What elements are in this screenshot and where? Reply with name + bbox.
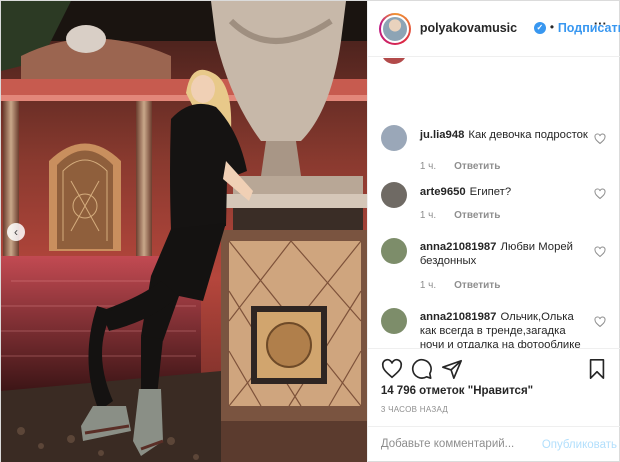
comment-like-heart-icon[interactable]: [594, 246, 606, 258]
commenter-avatar[interactable]: [380, 308, 407, 334]
follow-button[interactable]: Подписаться: [558, 21, 620, 35]
commenter-avatar[interactable]: [380, 182, 407, 208]
post-timestamp[interactable]: 3 ЧАСОВ НАЗАД: [381, 405, 448, 414]
comment-time: 1 ч.: [419, 210, 437, 221]
commenter-avatar[interactable]: [380, 125, 407, 151]
reply-button[interactable]: Ответить: [454, 280, 500, 291]
comment-icon[interactable]: [411, 358, 433, 380]
likes-count[interactable]: 14 796 отметок "Нравится": [381, 385, 533, 397]
author-avatar[interactable]: [378, 13, 411, 45]
comment-input[interactable]: [380, 438, 531, 450]
author-username[interactable]: polyakovamusic: [420, 21, 517, 35]
comment-text: ju.lia948 Как девочка подросток: [420, 128, 592, 142]
post-side-panel: polyakovamusic ✓ • Подписаться ··· ju.li…: [366, 1, 620, 462]
publish-button[interactable]: Опубликовать: [542, 439, 617, 451]
share-icon[interactable]: [441, 358, 463, 380]
comment-username[interactable]: arte9650: [420, 186, 466, 198]
comment-meta: 1 ч. Ответить: [420, 280, 501, 291]
comment-time: 1 ч.: [419, 280, 437, 291]
avatar-image: [380, 15, 409, 43]
commenter-avatar[interactable]: [380, 238, 407, 264]
photo-illustration: [1, 1, 367, 462]
instagram-post: ‹ polyakovamusic ✓ • Подписаться ··· ju.…: [0, 0, 620, 462]
comment-like-heart-icon[interactable]: [594, 133, 606, 145]
comments-list[interactable]: ju.lia948 Как девочка подросток 1 ч. Ответ…: [368, 58, 620, 348]
carousel-prev-button[interactable]: ‹: [7, 223, 25, 241]
heart-icon[interactable]: [381, 358, 403, 380]
comment-body: Как девочка подросток: [468, 129, 588, 141]
post-actions: 14 796 отметок "Нравится" 3 ЧАСОВ НАЗАД …: [367, 348, 620, 462]
more-options-icon[interactable]: ···: [594, 16, 607, 31]
comment-time: 1 ч.: [419, 161, 437, 172]
comment-meta: 1 ч. Ответить: [420, 161, 501, 172]
comment-username[interactable]: anna21081987: [420, 241, 497, 253]
reply-button[interactable]: Ответить: [454, 210, 500, 221]
comment-username[interactable]: anna21081987: [420, 311, 497, 323]
comment-like-heart-icon[interactable]: [594, 316, 606, 328]
comment-body: Египет?: [469, 186, 512, 198]
post-photo[interactable]: ‹: [1, 1, 367, 462]
previous-comment-avatar: [380, 58, 407, 64]
post-header: polyakovamusic ✓ • Подписаться ···: [367, 1, 620, 57]
comment-text: anna21081987 Ольчик,Олька как всегда в тр…: [420, 310, 592, 348]
verified-icon: ✓: [533, 22, 546, 34]
comment-username[interactable]: ju.lia948: [420, 129, 465, 141]
reply-button[interactable]: Ответить: [454, 161, 500, 172]
comment-text: anna21081987 Любви Морей бездонных: [420, 240, 592, 268]
bookmark-icon[interactable]: [586, 358, 608, 380]
separator-dot: •: [549, 20, 555, 34]
add-comment-bar: Опубликовать: [367, 426, 620, 462]
comment-text: arte9650 Египет?: [420, 185, 592, 199]
comment-meta: 1 ч. Ответить: [420, 210, 501, 221]
comment-like-heart-icon[interactable]: [594, 188, 606, 200]
